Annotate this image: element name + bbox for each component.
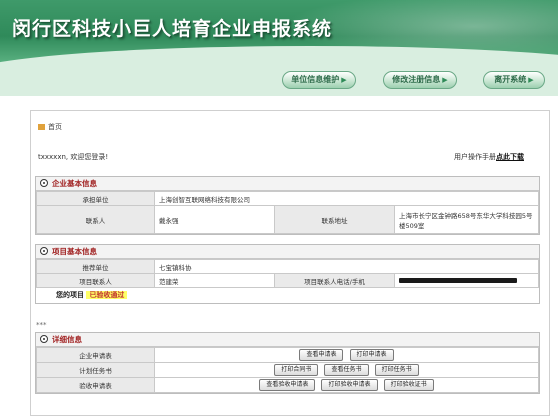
manual-prefix: 用户操作手册 — [454, 153, 496, 161]
view-task-book-button[interactable]: 查看任务书 — [324, 364, 369, 376]
breadcrumb-home[interactable]: 首页 — [48, 123, 62, 131]
exit-system-button[interactable]: 离开系统 ▶ — [483, 71, 545, 89]
collapse-icon[interactable] — [40, 335, 48, 343]
welcome-text: txxxxxn, 欢迎您登录! — [38, 153, 109, 161]
recommend-unit-label: 推荐单位 — [36, 259, 155, 274]
recommend-unit-value: 七宝镇科协 — [154, 259, 539, 274]
unit-info-button[interactable]: 单位信息维护 ▶ — [282, 71, 356, 89]
unit-info-label: 单位信息维护 — [291, 75, 340, 84]
declare-unit-label: 承担单位 — [36, 191, 155, 206]
apply-form-label: 企业申请表 — [36, 347, 155, 363]
breadcrumb: 首页 — [38, 122, 62, 132]
detail-info-title: 详细信息 — [52, 335, 82, 344]
project-status: 您的项目 已验收通过 — [36, 288, 539, 303]
home-icon — [38, 124, 45, 130]
company-info-title: 企业基本信息 — [52, 179, 97, 188]
arrow-icon: ▶ — [341, 76, 347, 84]
header-banner: 闵行区科技小巨人培育企业申报系统 — [0, 0, 558, 66]
status-badge: 已验收通过 — [86, 291, 128, 299]
collapse-icon[interactable] — [40, 247, 48, 255]
project-info-section: 项目基本信息 推荐单位 七宝镇科协 项目联系人 范建荣 项目联系人电话/手机 您… — [35, 244, 540, 304]
acceptance-form-actions: 查看验收申请表 打印验收申请表 打印验收证书 — [154, 377, 539, 393]
arrow-icon: ▶ — [528, 76, 534, 84]
project-phone-label: 项目联系人电话/手机 — [274, 273, 395, 288]
arrow-icon: ▶ — [442, 76, 448, 84]
view-acceptance-form-button[interactable]: 查看验收申请表 — [259, 379, 316, 391]
project-contact-value: 范建荣 — [154, 273, 275, 288]
change-registration-button[interactable]: 修改注册信息 ▶ — [383, 71, 457, 89]
apply-form-actions: 查看申请表 打印申请表 — [154, 347, 539, 363]
project-phone-value — [394, 273, 539, 288]
view-apply-form-button[interactable]: 查看申请表 — [299, 349, 344, 361]
task-book-actions: 打印合同书 查看任务书 打印任务书 — [154, 362, 539, 378]
project-contact-label: 项目联系人 — [36, 273, 155, 288]
collapse-icon[interactable] — [40, 179, 48, 187]
separator-dots: *** — [36, 321, 47, 329]
detail-info-section: 详细信息 企业申请表 查看申请表 打印申请表 计划任务书 打印合同书 查看任务书… — [35, 332, 540, 394]
contact-value: 戴永强 — [154, 205, 275, 234]
status-prefix: 您的项目 — [56, 291, 84, 299]
change-reg-label: 修改注册信息 — [392, 75, 441, 84]
company-info-header: 企业基本信息 — [36, 177, 539, 191]
exit-label: 离开系统 — [494, 75, 527, 84]
print-acceptance-certificate-button[interactable]: 打印验收证书 — [383, 379, 434, 391]
manual-download-link[interactable]: 点此下载 — [496, 153, 524, 161]
print-acceptance-form-button[interactable]: 打印验收申请表 — [321, 379, 378, 391]
contact-label: 联系人 — [36, 205, 155, 234]
detail-info-header: 详细信息 — [36, 333, 539, 347]
project-info-title: 项目基本信息 — [52, 247, 97, 256]
address-label: 联系地址 — [274, 205, 395, 234]
print-contract-button[interactable]: 打印合同书 — [274, 364, 319, 376]
print-task-book-button[interactable]: 打印任务书 — [374, 364, 419, 376]
system-title: 闵行区科技小巨人培育企业申报系统 — [12, 18, 333, 40]
task-book-label: 计划任务书 — [36, 362, 155, 378]
redacted-phone — [399, 278, 517, 283]
project-info-header: 项目基本信息 — [36, 245, 539, 259]
print-apply-form-button[interactable]: 打印申请表 — [349, 349, 394, 361]
company-info-section: 企业基本信息 承担单位 上海创智互联网络科技有限公司 联系人 戴永强 联系地址 … — [35, 176, 540, 235]
banner-curve — [0, 46, 558, 66]
address-value: 上海市长宁区金钟路658号东华大学科技园5号楼509室 — [394, 205, 539, 234]
declare-unit-value: 上海创智互联网络科技有限公司 — [154, 191, 539, 206]
user-manual: 用户操作手册点此下载 — [454, 152, 524, 162]
acceptance-form-label: 验收申请表 — [36, 377, 155, 393]
nav-bar — [0, 66, 558, 96]
